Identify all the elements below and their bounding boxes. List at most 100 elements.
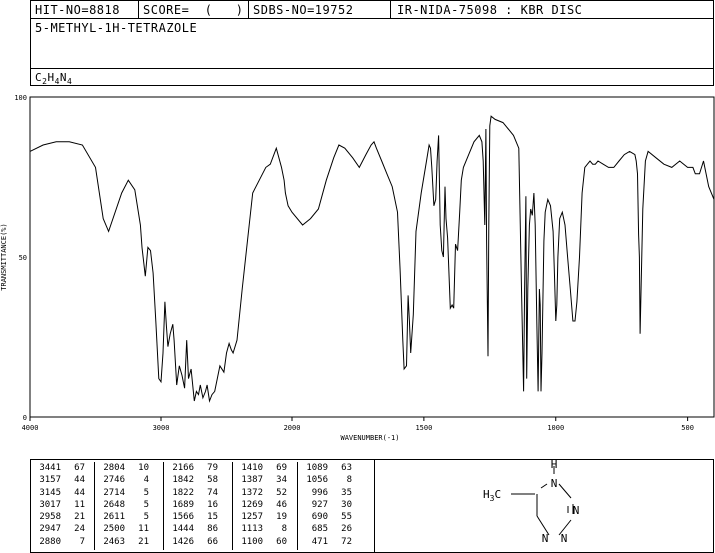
peak-transmittance: 11 — [74, 499, 85, 510]
peak-transmittance: 16 — [207, 499, 218, 510]
peak-transmittance: 7 — [79, 536, 85, 547]
peak-wavenumber: 1822 — [172, 487, 194, 498]
peak-wavenumber: 1089 — [306, 463, 328, 473]
peak-transmittance: 52 — [276, 487, 287, 498]
peak-wavenumber: 1387 — [241, 475, 263, 486]
peak-table: 3441 67 3157 44 3145 44 3017 11 2958 21 2947 24 2880… — [30, 459, 375, 553]
peak-row: 996 35 — [298, 487, 376, 499]
peak-wavenumber: 2880 — [39, 536, 61, 547]
peak-transmittance: 74 — [207, 487, 218, 498]
peak-transmittance: 4 — [143, 475, 149, 486]
peak-wavenumber: 3145 — [39, 487, 61, 498]
peak-row: 2714 5 — [95, 487, 163, 499]
peak-transmittance: 8 — [281, 524, 287, 535]
peak-transmittance: 5 — [143, 487, 149, 498]
peak-row: 1257 19 — [233, 511, 297, 523]
peak-wavenumber: 1372 — [241, 487, 263, 498]
peak-row: 1410 69 — [233, 462, 297, 474]
peak-row: 1689 16 — [164, 499, 232, 511]
peak-row: 1566 15 — [164, 511, 232, 523]
peak-transmittance: 63 — [341, 463, 352, 473]
y-tick-label: 50 — [19, 254, 27, 262]
x-tick-label: 1500 — [415, 424, 432, 432]
peak-transmittance: 72 — [341, 536, 352, 547]
peak-row: 1842 58 — [164, 474, 232, 486]
peak-row: 2500 11 — [95, 523, 163, 535]
peak-wavenumber: 685 — [311, 524, 328, 535]
peak-row: 2166 79 — [164, 462, 232, 474]
y-tick-label: 100 — [14, 94, 27, 102]
peak-row: 690 55 — [298, 511, 376, 523]
peak-column: 3441 67 3157 44 3145 44 3017 11 2958 21 2947 24 2880… — [31, 462, 95, 550]
peak-wavenumber: 1100 — [241, 536, 263, 547]
peak-wavenumber: 1257 — [241, 512, 263, 523]
peak-wavenumber: 2714 — [103, 487, 125, 498]
peak-transmittance: 79 — [207, 463, 218, 473]
peak-transmittance: 86 — [207, 524, 218, 535]
spectrum-line — [29, 115, 715, 403]
peak-row: 3441 67 — [31, 462, 94, 474]
peak-transmittance: 21 — [74, 512, 85, 523]
peak-wavenumber: 2648 — [103, 499, 125, 510]
peak-transmittance: 58 — [207, 475, 218, 486]
atom-n2: N — [573, 504, 580, 517]
peak-transmittance: 24 — [74, 524, 85, 535]
peak-wavenumber: 1113 — [241, 524, 263, 535]
peak-transmittance: 60 — [276, 536, 287, 547]
structure-box: H N N N N H3C — [374, 459, 714, 553]
peak-transmittance: 34 — [276, 475, 287, 486]
peak-transmittance: 21 — [138, 536, 149, 547]
peak-wavenumber: 996 — [311, 487, 328, 498]
peak-wavenumber: 2958 — [39, 512, 61, 523]
peak-wavenumber: 1842 — [172, 475, 194, 486]
peak-row: 1387 34 — [233, 474, 297, 486]
peak-transmittance: 66 — [207, 536, 218, 547]
peak-row: 2611 5 — [95, 511, 163, 523]
peak-wavenumber: 2804 — [103, 463, 125, 473]
peak-row: 3145 44 — [31, 487, 94, 499]
peak-transmittance: 19 — [276, 512, 287, 523]
peak-wavenumber: 1444 — [172, 524, 194, 535]
x-tick-label: 500 — [681, 424, 694, 432]
peak-wavenumber: 2463 — [103, 536, 125, 547]
peak-transmittance: 15 — [207, 512, 218, 523]
peak-column: 2166 79 1842 58 1822 74 1689 16 1566 15 1444 86 1426… — [164, 462, 233, 550]
peak-wavenumber: 2166 — [172, 463, 194, 473]
methyl-group: H3C — [483, 488, 501, 503]
peak-row: 1113 8 — [233, 523, 297, 535]
peak-row: 927 30 — [298, 499, 376, 511]
peak-transmittance: 10 — [138, 463, 149, 473]
y-tick-label: 0 — [23, 414, 27, 422]
peak-wavenumber: 2500 — [103, 524, 125, 535]
peak-wavenumber: 2947 — [39, 524, 61, 535]
peak-transmittance: 26 — [341, 524, 352, 535]
peak-transmittance: 30 — [341, 499, 352, 510]
peak-row: 1822 74 — [164, 487, 232, 499]
peak-transmittance: 67 — [74, 463, 85, 473]
peak-wavenumber: 3017 — [39, 499, 61, 510]
tetrazole-structure: H N N N N H3C — [483, 460, 580, 545]
peak-row: 1100 60 — [233, 536, 297, 548]
atom-n3: N — [561, 532, 568, 545]
peak-transmittance: 35 — [341, 487, 352, 498]
peak-row: 1444 86 — [164, 523, 232, 535]
x-tick-label: 2000 — [284, 424, 301, 432]
peak-row: 1372 52 — [233, 487, 297, 499]
ir-spectrum-chart: 4000 3000 2000 1500 1000 500100500 WAVENUMBER… — [0, 94, 715, 442]
peak-wavenumber: 1566 — [172, 512, 194, 523]
x-tick-label: 4000 — [22, 424, 39, 432]
plot-frame — [29, 96, 715, 418]
atom-h-top: H — [551, 460, 558, 471]
atom-n4: N — [542, 532, 549, 545]
peak-row: 3017 11 — [31, 499, 94, 511]
peak-wavenumber: 3441 — [39, 463, 61, 473]
peak-transmittance: 5 — [143, 499, 149, 510]
peak-row: 2746 4 — [95, 474, 163, 486]
peak-transmittance: 8 — [346, 475, 352, 486]
peak-transmittance: 5 — [143, 512, 149, 523]
peak-row: 685 26 — [298, 523, 376, 535]
peak-transmittance: 69 — [276, 463, 287, 473]
y-axis-label: TRANSMITTANCE(%) — [0, 223, 8, 290]
peak-wavenumber: 1056 — [306, 475, 328, 486]
peak-column: 1089 63 1056 8 996 35 927 30 690 55 685 26 471 72 — [298, 462, 376, 550]
